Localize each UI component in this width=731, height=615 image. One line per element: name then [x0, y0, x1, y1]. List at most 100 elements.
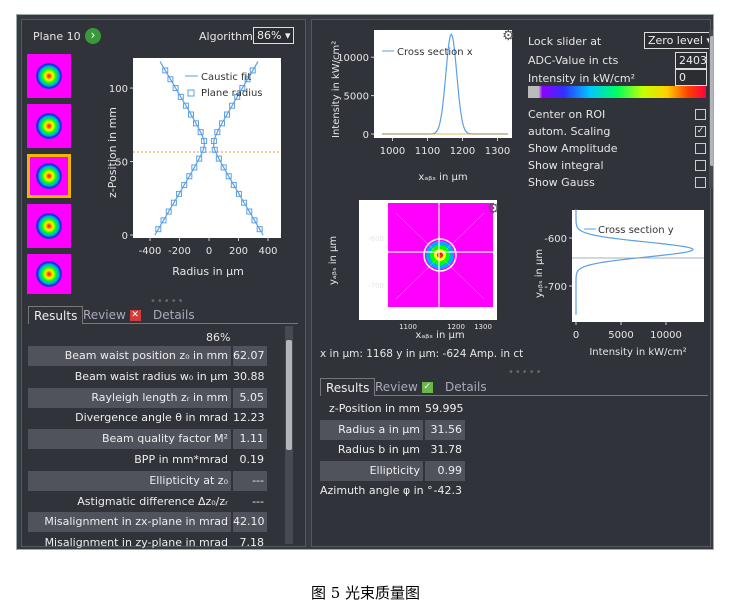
row-label: Radius a in µm — [320, 419, 423, 440]
row-value: 0.19 — [239, 453, 265, 466]
row-value: 31.56 — [425, 419, 465, 440]
row-label: Misalignment in zy-plane in mrad — [44, 536, 228, 550]
option-row[interactable]: Center on ROI — [528, 108, 706, 122]
cross-y-ylabel: yₐᵦₛ in µm — [534, 249, 545, 298]
x-tick-label: 1100 — [415, 146, 440, 157]
row-label: z-Position in mm — [328, 402, 420, 415]
row-label: Astigmatic difference Δz₀/zᵣ — [77, 494, 228, 508]
table-header: 86% — [206, 331, 231, 344]
option-checkbox[interactable]: ✓ — [695, 126, 706, 137]
tab-review[interactable]: Review ✓ — [370, 378, 438, 396]
color-scale-bar[interactable] — [528, 86, 706, 98]
option-row[interactable]: Show integral — [528, 159, 706, 173]
row-value: 12.23 — [233, 411, 265, 425]
options-scrollbar[interactable] — [709, 30, 713, 188]
settings-gear-icon: ⚙ — [487, 201, 500, 217]
table-row: z-Position in mm 59.995 — [320, 399, 470, 419]
x-tick-label: 5000 — [608, 330, 633, 341]
row-value: 0.99 — [425, 460, 465, 481]
row-label: Beam waist radius w₀ in µm — [74, 369, 228, 383]
row-label: Ellipticity — [320, 460, 423, 481]
y-tick-label: -600 — [544, 234, 567, 245]
beam-panel: Cross section x 1000 1100 1200 1300 10000 500… — [311, 19, 713, 547]
cross-x-ylabel: Intensity in kW/cm² — [331, 41, 342, 138]
caustic-panel: Plane 10 › Algorithm 86% ▾ Caustic fit P… — [21, 19, 306, 550]
row-label: Radius b in µm — [337, 443, 420, 456]
tab-review-label: Review — [375, 380, 418, 394]
splitter-grip-icon[interactable]: ••••• — [508, 367, 543, 378]
left-scrollbar[interactable] — [285, 326, 293, 544]
tab-results[interactable]: Results — [28, 306, 84, 324]
table-row: Azimuth angle φ in ° -42.3 — [320, 481, 470, 501]
x-tick-label: 200 — [229, 246, 248, 257]
table-row: Rayleigh length zᵣ in mm 5.05 — [28, 387, 283, 408]
intensity-label: Intensity in kW/cm² — [528, 72, 636, 85]
row-value: 59.995 — [425, 402, 464, 415]
figure-caption: 图 5 光束质量图 — [310, 584, 421, 602]
option-row[interactable]: autom. Scaling ✓ — [528, 125, 706, 139]
tab-details[interactable]: Details — [148, 306, 200, 324]
x-tick-label: -400 — [139, 246, 162, 257]
row-value: 7.18 — [239, 536, 265, 550]
row-value: -42.3 — [433, 484, 462, 497]
cursor-readout: x in µm: 1168 y in µm: -624 Amp. in ct — [320, 348, 524, 360]
x-tick-label: -200 — [168, 246, 191, 257]
tab-review[interactable]: Review ✕ — [78, 306, 146, 324]
option-checkbox[interactable] — [695, 177, 706, 188]
row-label: Rayleigh length zᵣ in mm — [28, 387, 231, 408]
cross-y-legend: Cross section y — [598, 225, 674, 236]
app-window: Plane 10 › Algorithm 86% ▾ Caustic fit P… — [16, 14, 714, 550]
table-row: Radius a in µm 31.56 — [320, 419, 470, 440]
table-row: Divergence angle θ in mrad 12.23 — [28, 408, 283, 428]
legend-caustic-fit: Caustic fit — [201, 72, 251, 83]
table-row: Radius b in µm 31.78 — [320, 440, 470, 460]
lock-slider-label: Lock slider at — [528, 35, 602, 48]
adc-input[interactable]: 2403 — [675, 52, 707, 69]
x-tick-label: 0 — [573, 330, 579, 341]
legend-plane-radius: Plane radius — [201, 88, 263, 99]
cross-x-legend: Cross section x — [397, 47, 473, 58]
row-value: 1.11 — [233, 429, 267, 450]
table-row: Ellipticity at z₀ --- — [28, 470, 283, 491]
left-result-tabs: Results Review ✕ Details — [28, 306, 298, 324]
tab-review-label: Review — [83, 308, 126, 322]
y-tick-label: -700 — [544, 282, 567, 293]
row-value: 62.07 — [233, 346, 267, 366]
option-row[interactable]: Show Amplitude — [528, 142, 706, 156]
intensity-input[interactable]: 0 — [675, 69, 707, 86]
row-label: Beam waist position z₀ in mm — [28, 346, 231, 366]
cross-y-xlabel: Intensity in kW/cm² — [589, 347, 686, 358]
image2d-xlabel: xₐᵦₛ in µm — [415, 330, 464, 341]
table-row: Misalignment in zy-plane in mrad 7.18 — [28, 533, 283, 550]
option-checkbox[interactable] — [695, 160, 706, 171]
option-label: Show Gauss — [528, 176, 595, 189]
caustic-xlabel: Radius in µm — [172, 265, 244, 278]
tab-details[interactable]: Details — [440, 378, 492, 396]
table-row: Beam waist radius w₀ in µm 30.88 — [28, 367, 283, 387]
table-row: BPP in mm*mrad 0.19 — [28, 450, 283, 470]
row-label: Divergence angle θ in mrad — [75, 411, 228, 425]
tab-results[interactable]: Results — [320, 378, 376, 396]
option-label: Center on ROI — [528, 108, 606, 121]
lock-value: Zero level — [648, 34, 703, 47]
row-label: Beam quality factor M² — [28, 429, 231, 450]
beam-charts: Cross section x 1000 1100 1200 1300 10000 500… — [328, 28, 704, 358]
x-tick-label: 1000 — [380, 146, 405, 157]
option-label: autom. Scaling — [528, 125, 611, 138]
table-row: Ellipticity 0.99 — [320, 460, 470, 481]
table-row: Misalignment in zx-plane in mrad 42.10 — [28, 512, 283, 533]
y-tick-label: 0 — [122, 231, 128, 242]
lock-slider-select[interactable]: Zero level ▾ — [644, 32, 713, 49]
option-checkbox[interactable] — [695, 143, 706, 154]
option-row[interactable]: Show Gauss — [528, 176, 706, 190]
caustic-chart: Caustic fit Plane radius -400 -200 0 200 400… — [106, 58, 281, 278]
y-tick-label: -600 — [368, 235, 384, 243]
check-icon: ✓ — [421, 382, 433, 393]
row-label: Azimuth angle φ in ° — [320, 484, 433, 497]
table-row: Astigmatic difference Δz₀/zᵣ --- — [28, 492, 283, 512]
x-tick-label: 10000 — [650, 330, 682, 341]
y-tick-label: 5000 — [344, 92, 369, 103]
option-checkbox[interactable] — [695, 109, 706, 120]
y-tick-label: -700 — [368, 282, 384, 290]
caustic-ylabel: z-Position in mm — [106, 107, 119, 198]
